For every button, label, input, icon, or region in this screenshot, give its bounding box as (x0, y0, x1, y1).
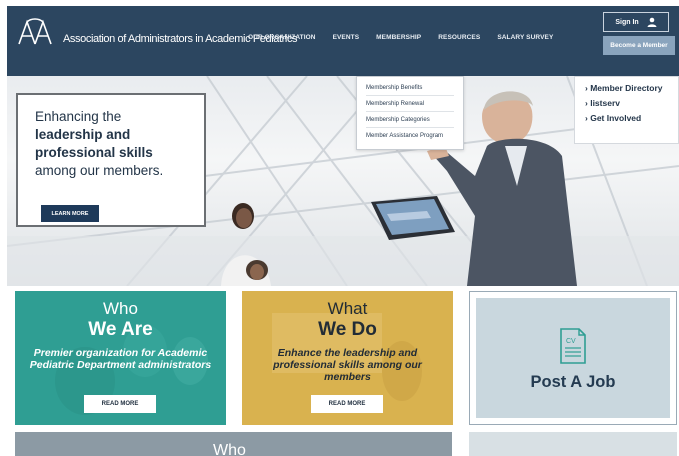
menu-membership-renewal[interactable]: Membership Renewal (366, 96, 454, 112)
what-card-title-2: We Do (318, 319, 377, 340)
nav-events[interactable]: EVENTS (333, 34, 360, 41)
menu-membership-categories[interactable]: Membership Categories (366, 112, 454, 128)
hero-message-card: Enhancing the leadership and professiona… (16, 93, 206, 227)
submenu-member-directory-label: Member Directory (590, 83, 663, 93)
user-icon (647, 17, 657, 27)
what-read-more-button[interactable]: READ MORE (311, 395, 383, 413)
hero-line-2: leadership and (35, 127, 131, 142)
hero-line-4: among our members. (35, 163, 164, 178)
become-member-button[interactable]: Become a Member (603, 36, 675, 55)
who-we-are-card[interactable]: Who We Are Premier organization for Acad… (15, 291, 226, 425)
sign-in-button[interactable]: Sign In (603, 12, 669, 32)
submenu-get-involved-label: Get Involved (590, 113, 642, 123)
site-header: Association of Administrators in Academi… (7, 6, 679, 76)
what-card-description: Enhance the leadership and professional … (273, 347, 422, 383)
nav-our-organization[interactable]: OUR ORGANIZATION (248, 34, 316, 41)
post-a-job-card[interactable]: CV Post A Job (469, 291, 677, 425)
who-card-description: Premier organization for Academic Pediat… (29, 347, 212, 371)
main-nav: OUR ORGANIZATION EVENTS MEMBERSHIP RESOU… (248, 34, 570, 41)
hero-line-1: Enhancing the (35, 109, 122, 124)
who-card-title-1: Who (103, 299, 138, 318)
who-card-title-2: We Are (88, 319, 153, 340)
nav-membership[interactable]: MEMBERSHIP (376, 34, 421, 41)
who-second-card[interactable]: Who (15, 432, 452, 456)
nav-salary-survey[interactable]: SALARY SURVEY (497, 34, 553, 41)
cv-icon-label: CV (566, 338, 576, 345)
membership-dropdown: Membership Benefits Membership Renewal M… (356, 76, 464, 150)
member-submenu: › Member Directory › listserv › Get Invo… (574, 76, 679, 144)
menu-membership-benefits[interactable]: Membership Benefits (366, 80, 454, 96)
hero-line-3: professional skills (35, 145, 153, 160)
submenu-member-directory[interactable]: › Member Directory (585, 83, 668, 93)
menu-member-assistance-program[interactable]: Member Assistance Program (366, 128, 454, 143)
tablet-image (371, 196, 455, 240)
learn-more-button[interactable]: LEARN MORE (41, 205, 99, 222)
submenu-listserv[interactable]: › listserv (585, 98, 668, 108)
sign-in-label: Sign In (615, 18, 639, 26)
woman-figure (221, 203, 271, 286)
post-a-job-panel: CV Post A Job (476, 298, 670, 418)
submenu-get-involved[interactable]: › Get Involved (585, 113, 668, 123)
what-we-do-card[interactable]: What We Do Enhance the leadership and pr… (242, 291, 453, 425)
who-second-card-title: Who (213, 442, 246, 456)
second-row-right-card[interactable] (469, 432, 677, 456)
who-read-more-button[interactable]: READ MORE (84, 395, 156, 413)
aapa-logo[interactable] (17, 16, 53, 48)
cv-document-icon: CV (560, 328, 586, 364)
nav-resources[interactable]: RESOURCES (438, 34, 480, 41)
post-a-job-title: Post A Job (530, 373, 616, 391)
submenu-listserv-label: listserv (590, 98, 620, 108)
what-card-title-1: What (327, 299, 368, 318)
